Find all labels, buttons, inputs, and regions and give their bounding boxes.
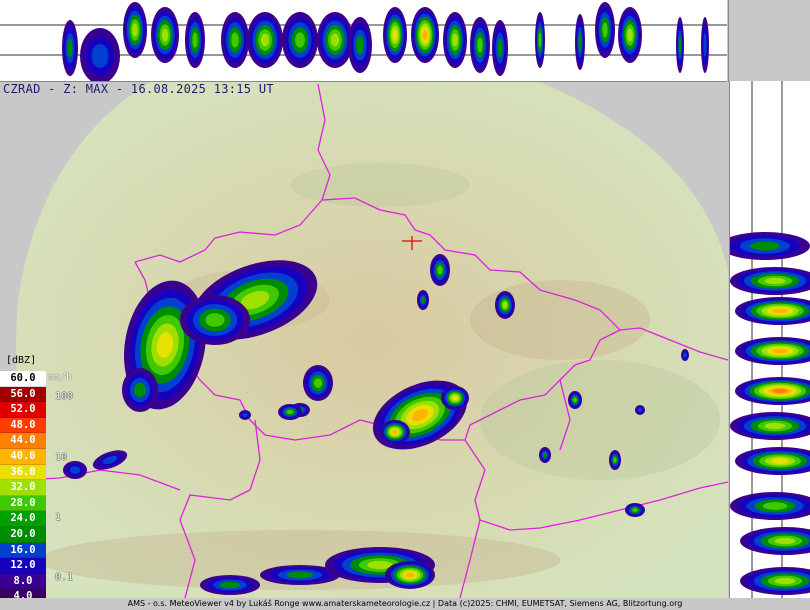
echo-cell xyxy=(134,382,146,398)
profile-echo xyxy=(192,32,198,48)
echo-cell xyxy=(502,301,508,309)
echo-cell xyxy=(286,409,294,415)
profile-echo xyxy=(678,35,682,55)
profile-echo xyxy=(774,577,796,585)
rain-rate-label: 10 xyxy=(55,452,68,463)
echo-cell xyxy=(632,508,638,512)
profile-echo xyxy=(764,277,786,285)
echo-cell xyxy=(637,407,643,413)
profile-echo xyxy=(231,32,239,48)
profile-echo xyxy=(578,32,582,52)
profile-echo xyxy=(772,388,788,394)
legend-swatch: 36.0 xyxy=(0,464,46,481)
echo-cell xyxy=(613,457,617,463)
profile-echo xyxy=(771,458,789,464)
echo-cell xyxy=(205,313,225,327)
dbz-legend: 60.0 56.0 52.0 48.0 44.0 40.0 36.0 32.0 28.0 24.0… xyxy=(0,371,46,605)
vertical-section-right-panel xyxy=(729,81,810,601)
echo-cell xyxy=(683,352,687,358)
profile-echo xyxy=(750,241,780,251)
profile-echo xyxy=(330,33,340,47)
profile-echo xyxy=(762,502,788,510)
right-cross-section xyxy=(730,81,810,601)
profile-echo xyxy=(627,28,633,42)
echo-cell xyxy=(543,452,547,458)
echo-cell xyxy=(286,571,314,579)
profile-echo xyxy=(772,308,788,314)
rain-rate-unit: mm/h xyxy=(48,372,73,383)
legend-swatch: 24.0 xyxy=(0,511,46,527)
echo-cell xyxy=(220,581,240,589)
vertical-section-top-panel xyxy=(0,0,727,82)
legend-swatch: 52.0 xyxy=(0,402,46,418)
legend-swatch: 48.0 xyxy=(0,417,46,434)
legend-swatch: 16.0 xyxy=(0,542,46,559)
legend-swatch: 8.0 xyxy=(0,573,46,590)
legend-unit-label: [dBZ] xyxy=(6,355,37,366)
profile-echo xyxy=(452,33,458,47)
legend-swatch: 44.0 xyxy=(0,433,46,449)
echo-cell xyxy=(437,265,443,275)
echo-cell xyxy=(405,572,415,578)
footer-credits: AMS - o.s. MeteoViewer v4 by Lukáš Ronge… xyxy=(0,598,810,610)
legend-swatch: 40.0 xyxy=(0,448,46,465)
legend-swatch: 28.0 xyxy=(0,495,46,512)
legend-swatch: 20.0 xyxy=(0,526,46,543)
profile-echo xyxy=(161,28,169,42)
echo-cell xyxy=(573,397,577,403)
profile-echo xyxy=(422,30,428,40)
profile-echo xyxy=(132,23,138,37)
legend-swatch: 56.0 xyxy=(0,386,46,403)
legend-swatch: 32.0 xyxy=(0,480,46,496)
profile-echo xyxy=(295,32,305,48)
rain-rate-label: 100 xyxy=(55,391,74,402)
profile-echo xyxy=(91,44,109,68)
corner-panel xyxy=(728,0,810,82)
profile-echo xyxy=(497,38,503,58)
rain-rate-label: 1 xyxy=(55,512,62,523)
profile-echo xyxy=(538,32,542,48)
profile-echo xyxy=(602,22,608,38)
echo-cell xyxy=(392,429,398,435)
echo-cell xyxy=(242,412,248,418)
echo-cell xyxy=(313,378,323,388)
profile-echo xyxy=(703,33,707,57)
profile-echo xyxy=(764,422,786,430)
radar-map[interactable] xyxy=(0,82,728,598)
profile-echo xyxy=(774,537,796,545)
map-svg xyxy=(16,82,728,598)
profile-echo xyxy=(477,37,483,53)
top-cross-section xyxy=(0,2,727,81)
profile-echo xyxy=(392,29,398,41)
map-title: CZRAD - Z: MAX - 16.08.2025 13:15 UT xyxy=(3,82,274,96)
echo-cell xyxy=(452,395,458,401)
profile-echo xyxy=(356,35,364,55)
echo-cell xyxy=(69,466,81,474)
profile-echo xyxy=(772,348,788,354)
rain-rate-label: 0.1 xyxy=(55,572,74,583)
profile-echo xyxy=(67,38,73,58)
legend-swatch: 12.0 xyxy=(0,558,46,574)
profile-echo xyxy=(260,33,270,47)
echo-cell xyxy=(421,296,425,304)
legend-swatch: 60.0 xyxy=(0,371,46,387)
